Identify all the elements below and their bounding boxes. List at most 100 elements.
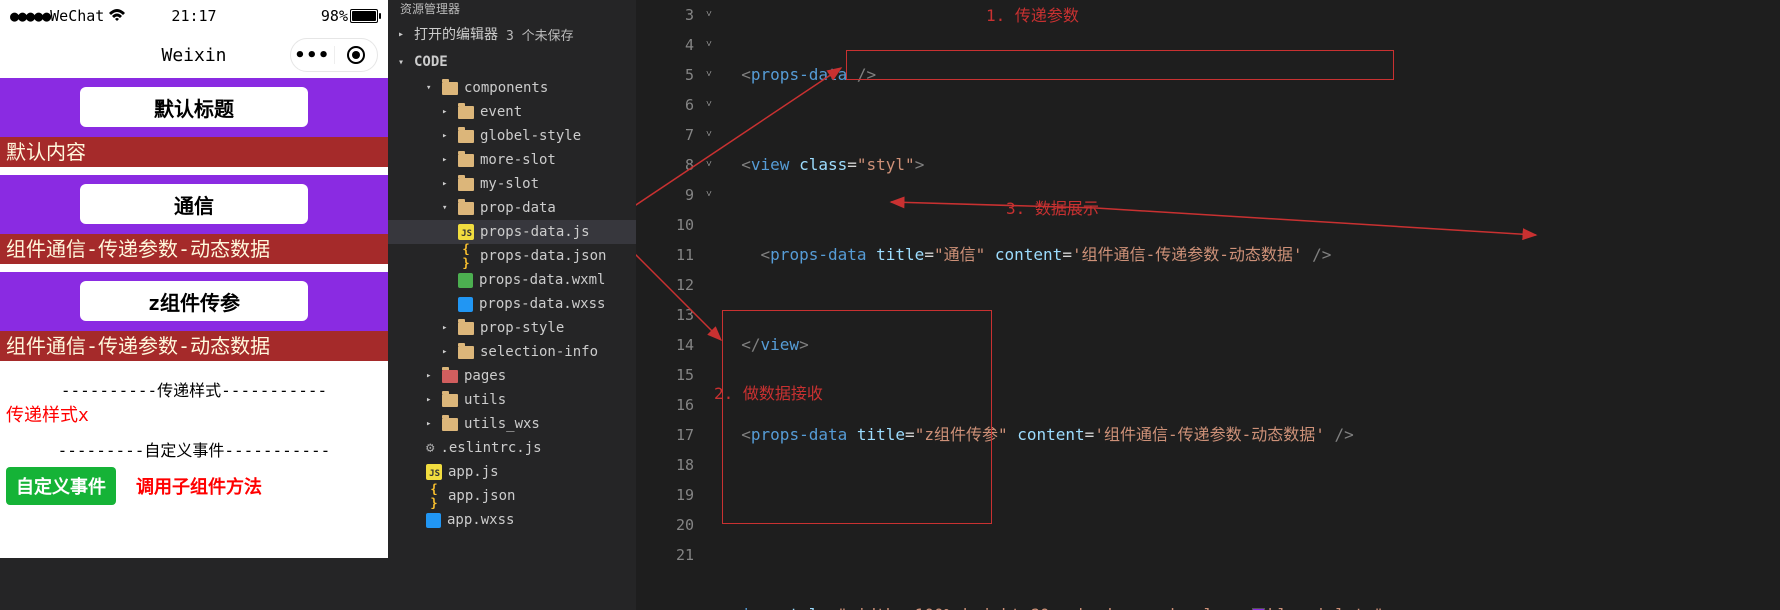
line-number: 9 — [636, 180, 694, 210]
open-editors-section[interactable]: ▸ 打开的编辑器 3 个未保存 — [388, 20, 636, 48]
code-content[interactable]: <props-data /> <view class="styl"> <prop… — [722, 0, 1780, 610]
tree-item-label: selection-info — [480, 344, 598, 360]
line-number: 6 — [636, 90, 694, 120]
chevron-down-icon: ▾ — [398, 57, 410, 68]
tree-item-app-wxss[interactable]: app.wxss — [388, 508, 636, 532]
line-number: 4 — [636, 30, 694, 60]
component-content-3: 组件通信-传递参数-动态数据 — [0, 331, 388, 361]
line-number: 14 — [636, 330, 694, 360]
tree-item-label: event — [480, 104, 522, 120]
tree-item-event[interactable]: ▸ event — [388, 100, 636, 124]
component-block-1: 默认标题 默认内容 — [0, 78, 388, 167]
chevron-icon: ▸ — [426, 395, 436, 405]
fold-marker[interactable]: ˅ — [700, 0, 718, 30]
gear-icon: ⚙ — [426, 440, 434, 456]
tree-item-app-js[interactable]: JSapp.js — [388, 460, 636, 484]
tree-item-label: utils — [464, 392, 506, 408]
component-button-3[interactable]: z组件传参 — [80, 281, 308, 321]
code-editor[interactable]: 3456789101112131415161718192021 ˅˅˅˅˅˅˅ … — [636, 0, 1780, 610]
wxml-icon — [458, 273, 473, 288]
clock: 21:17 — [171, 7, 216, 25]
explorer-title: 资源管理器 — [388, 0, 636, 20]
tree-item-label: prop-data — [480, 200, 556, 216]
line-number-gutter: 3456789101112131415161718192021 — [636, 0, 700, 570]
chevron-icon: ▾ — [442, 203, 452, 213]
line-number: 10 — [636, 210, 694, 240]
folder-icon — [458, 106, 474, 119]
component-button-1[interactable]: 默认标题 — [80, 87, 308, 127]
unsaved-badge: 3 个未保存 — [506, 25, 574, 44]
tree-item-props-data-wxml[interactable]: props-data.wxml — [388, 268, 636, 292]
line-number: 13 — [636, 300, 694, 330]
tree-item-prop-style[interactable]: ▸prop-style — [388, 316, 636, 340]
tree-item-more-slot[interactable]: ▸more-slot — [388, 148, 636, 172]
tree-item-app-json[interactable]: { }app.json — [388, 484, 636, 508]
tree-item-label: props-data.json — [480, 248, 606, 264]
capsule-close-icon[interactable] — [347, 46, 365, 64]
json-icon: { } — [458, 242, 474, 270]
folder-icon — [442, 394, 458, 407]
wxss-icon — [426, 513, 441, 528]
workspace-name: CODE — [414, 54, 448, 70]
file-tree[interactable]: ▾components▸event▸globel-style▸more-slot… — [388, 76, 636, 532]
call-child-method-button[interactable]: 调用子组件方法 — [126, 467, 272, 505]
tree-item-props-data-json[interactable]: { } props-data.json — [388, 244, 636, 268]
file-explorer[interactable]: 资源管理器 ▸ 打开的编辑器 3 个未保存 ▾ CODE ▾ components… — [388, 0, 636, 610]
wxss-icon — [458, 297, 473, 312]
component-content-2: 组件通信-传递参数-动态数据 — [0, 234, 388, 264]
tree-item-label: globel-style — [480, 128, 581, 144]
fold-marker[interactable]: ˅ — [700, 180, 718, 210]
tree-item-label: props-data.wxml — [479, 272, 605, 288]
tree-item-label: props-data.wxss — [479, 296, 605, 312]
tree-item-prop-data[interactable]: ▾ prop-data — [388, 196, 636, 220]
capsule-menu-icon[interactable]: ••• — [291, 45, 334, 66]
fold-marker[interactable]: ˅ — [700, 90, 718, 120]
tree-item-selection-info[interactable]: ▸selection-info — [388, 340, 636, 364]
line-number: 11 — [636, 240, 694, 270]
page-body: 默认标题 默认内容 通信 组件通信-传递参数-动态数据 z组件传参 组件通信-传… — [0, 78, 388, 511]
folder-icon — [458, 202, 474, 215]
phone-preview: ●●●●● WeChat 21:17 98% Weixin ••• 默认标题 默… — [0, 0, 388, 558]
chevron-icon: ▸ — [442, 179, 452, 189]
tree-item-globel-style[interactable]: ▸globel-style — [388, 124, 636, 148]
folder-icon — [458, 346, 474, 359]
line-number: 3 — [636, 0, 694, 30]
component-button-2[interactable]: 通信 — [80, 184, 308, 224]
line-number: 16 — [636, 390, 694, 420]
tree-item-props-data-wxss[interactable]: props-data.wxss — [388, 292, 636, 316]
fold-marker[interactable]: ˅ — [700, 120, 718, 150]
capsule-button[interactable]: ••• — [290, 38, 378, 72]
workspace-section[interactable]: ▾ CODE — [388, 48, 636, 76]
page-title: Weixin — [161, 45, 226, 66]
tree-item--eslintrc-js[interactable]: ⚙.eslintrc.js — [388, 436, 636, 460]
chevron-right-icon: ▸ — [398, 29, 410, 40]
json-icon: { } — [426, 482, 442, 510]
line-number: 18 — [636, 450, 694, 480]
fold-marker[interactable]: ˅ — [700, 60, 718, 90]
component-block-2: 通信 组件通信-传递参数-动态数据 — [0, 175, 388, 264]
battery-icon — [350, 9, 378, 23]
tree-item-components[interactable]: ▾ components — [388, 76, 636, 100]
fold-marker[interactable]: ˅ — [700, 150, 718, 180]
js-icon: JS — [458, 224, 474, 240]
chevron-icon: ▸ — [426, 419, 436, 429]
chevron-icon: ▸ — [442, 107, 452, 117]
tree-item-label: app.js — [448, 464, 499, 480]
tree-item-label: components — [464, 80, 548, 96]
tree-item-utils[interactable]: ▸ utils — [388, 388, 636, 412]
line-number: 20 — [636, 510, 694, 540]
fold-marker[interactable]: ˅ — [700, 30, 718, 60]
tree-item-utils_wxs[interactable]: ▸utils_wxs — [388, 412, 636, 436]
folder-icon — [442, 370, 458, 383]
custom-event-button[interactable]: 自定义事件 — [6, 467, 116, 505]
fold-gutter[interactable]: ˅˅˅˅˅˅˅ — [700, 0, 718, 210]
tree-item-my-slot[interactable]: ▸ my-slot — [388, 172, 636, 196]
tree-item-pages[interactable]: ▸pages — [388, 364, 636, 388]
tree-item-label: my-slot — [480, 176, 539, 192]
signal-dots: ●●●●● — [10, 7, 50, 25]
chevron-icon: ▾ — [426, 83, 436, 93]
tree-item-props-data-js[interactable]: JSprops-data.js — [388, 220, 636, 244]
carrier-name: WeChat — [50, 7, 104, 25]
line-number: 12 — [636, 270, 694, 300]
chevron-icon: ▸ — [426, 371, 436, 381]
